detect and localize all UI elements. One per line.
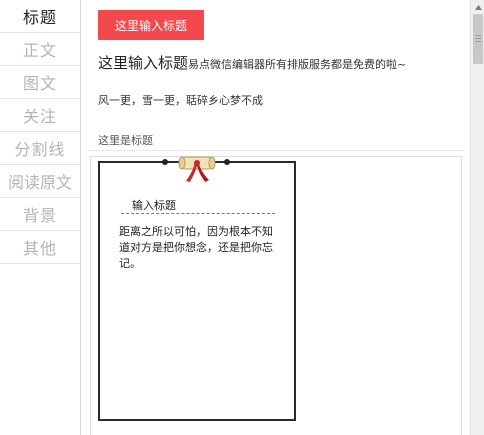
sidebar-tabs: 标题 正文 图文 关注 分割线 阅读原文 背景 其他	[0, 0, 81, 435]
scroll-frame	[98, 159, 296, 421]
style-title-template[interactable]: 这里输入标题易点微信编辑器所有排版服务都是免费的啦~	[98, 52, 406, 73]
tab-background[interactable]: 背景	[0, 198, 80, 231]
scroll-ribbon-icon	[178, 156, 216, 182]
subtitle-template[interactable]: 这里是标题	[98, 132, 153, 148]
tab-image-text[interactable]: 图文	[0, 66, 80, 99]
tab-divider[interactable]: 分割线	[0, 132, 80, 165]
tab-body-text[interactable]: 正文	[0, 33, 80, 66]
scrollbar-thumb[interactable]	[473, 14, 483, 64]
style-title-small: 易点微信编辑器所有排版服务都是免费的啦~	[188, 58, 407, 71]
tab-read-original[interactable]: 阅读原文	[0, 165, 80, 198]
tab-follow[interactable]: 关注	[0, 99, 80, 132]
divider-line	[88, 150, 463, 151]
vertical-scrollbar[interactable]	[470, 0, 484, 435]
scroll-body-text: 距离之所以可怕，因为根本不知道对方是把你想念，还是把你忘记。	[119, 225, 273, 270]
dashed-underline	[121, 213, 275, 214]
tab-title[interactable]: 标题	[0, 0, 80, 33]
red-title-template[interactable]: 这里输入标题	[98, 10, 204, 40]
poem-template[interactable]: 风一更，雪一更，聒碎乡心梦不成	[98, 92, 263, 108]
tab-other[interactable]: 其他	[0, 231, 80, 264]
frame-dot-left	[162, 159, 168, 165]
template-list: 这里输入标题 这里输入标题易点微信编辑器所有排版服务都是免费的啦~ 风一更，雪一…	[81, 0, 470, 435]
scroll-heading: 输入标题	[132, 199, 176, 212]
style-title-big: 这里输入标题	[98, 54, 189, 72]
scroll-up-arrow-icon[interactable]	[471, 0, 484, 14]
frame-dot-right	[224, 159, 230, 165]
